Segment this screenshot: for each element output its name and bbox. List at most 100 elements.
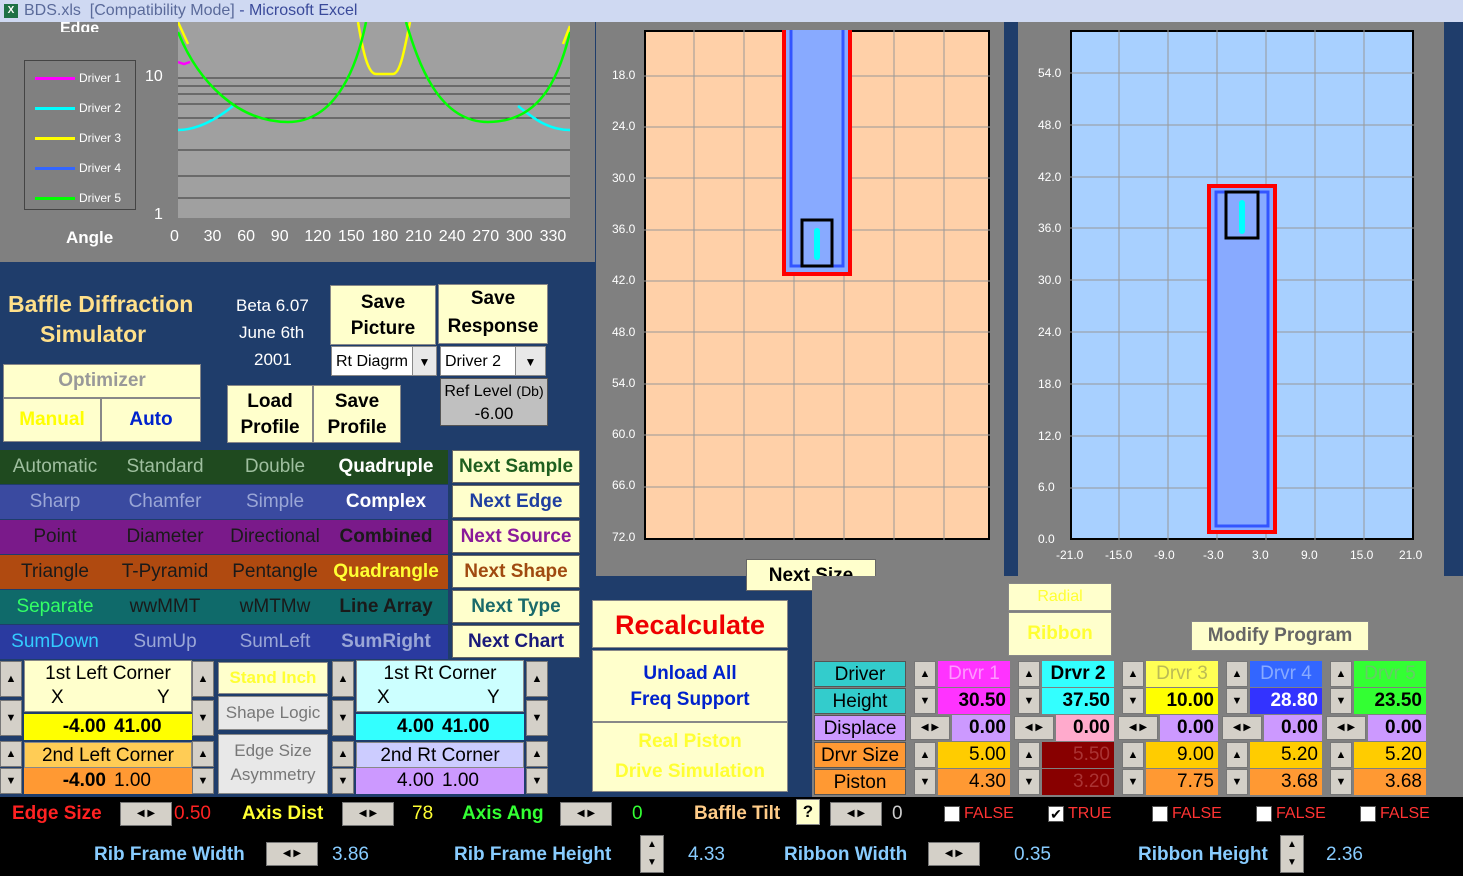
rt1-up-arrow-icon[interactable]: ▲ (332, 661, 354, 697)
driver-name[interactable]: Drvr 1 (938, 661, 1010, 687)
save-profile-button[interactable]: Save Profile (313, 385, 401, 443)
rt1-y-value[interactable]: 41.00 (438, 714, 524, 740)
left2y-down-arrow-icon[interactable]: ▼ (192, 768, 214, 794)
displace-scroller[interactable]: ◀ ▶ (1014, 716, 1054, 740)
left2y-up-arrow-icon[interactable]: ▲ (192, 741, 214, 767)
rt2-y-value[interactable]: 1.00 (438, 768, 524, 794)
left2-down-arrow-icon[interactable]: ▼ (0, 768, 22, 794)
left2-up-arrow-icon[interactable]: ▲ (0, 741, 22, 767)
driver-height[interactable]: 23.50 (1354, 688, 1426, 714)
option-item[interactable]: Point (0, 520, 110, 554)
manual-button[interactable]: Manual (3, 398, 101, 442)
driver-up-arrow-icon[interactable]: ▲ (1226, 661, 1248, 687)
left1-up-arrow-icon[interactable]: ▲ (0, 661, 22, 697)
next-0-button[interactable]: Next Sample (452, 450, 580, 483)
driver-height[interactable]: 37.50 (1042, 688, 1114, 714)
modify-program-button[interactable]: Modify Program (1191, 621, 1369, 651)
ribbon-width-scroller[interactable]: ◀ ▶ (928, 842, 980, 866)
flag-checkbox[interactable] (944, 806, 960, 822)
option-item[interactable]: Directional (220, 520, 330, 554)
left2-y-value[interactable]: 1.00 (110, 768, 192, 794)
baffle-tilt-scroller[interactable]: ◀ ▶ (830, 802, 882, 826)
driver-name[interactable]: Drvr 2 (1042, 661, 1114, 687)
option-item[interactable]: SumLeft (220, 625, 330, 659)
rt2-x-value[interactable]: 4.00 (356, 768, 438, 794)
size-up-arrow-icon[interactable]: ▲ (1330, 742, 1352, 768)
driver-height[interactable]: 28.80 (1250, 688, 1322, 714)
option-item[interactable]: Chamfer (110, 485, 220, 519)
driver-size[interactable]: 5.20 (1354, 742, 1426, 768)
unload-freq-support-button[interactable]: Unload All Freq Support (592, 650, 788, 722)
piston-down-arrow-icon[interactable]: ▼ (914, 769, 936, 795)
option-item[interactable]: Sharp (0, 485, 110, 519)
displace-scroller[interactable]: ◀ ▶ (1222, 716, 1262, 740)
option-item[interactable]: T-Pyramid (110, 555, 220, 589)
flag-checkbox[interactable]: ✔ (1048, 806, 1064, 822)
flag-checkbox[interactable] (1152, 806, 1168, 822)
driver-piston[interactable]: 4.30 (938, 769, 1010, 795)
driver-up-arrow-icon[interactable]: ▲ (1018, 661, 1040, 687)
left1y-down-arrow-icon[interactable]: ▼ (192, 700, 214, 736)
driver-up-arrow-icon[interactable]: ▲ (1122, 661, 1144, 687)
driver-displace[interactable]: 0.00 (1368, 715, 1426, 741)
driver-size[interactable]: 5.00 (938, 742, 1010, 768)
ribbon-height-spinner[interactable]: ▲ ▼ (1280, 835, 1304, 873)
driver-down-arrow-icon[interactable]: ▼ (1330, 688, 1352, 714)
driver-name[interactable]: Drvr 3 (1146, 661, 1218, 687)
size-up-arrow-icon[interactable]: ▲ (1122, 742, 1144, 768)
driver-displace[interactable]: 0.00 (1160, 715, 1218, 741)
size-up-arrow-icon[interactable]: ▲ (1018, 742, 1040, 768)
driver-down-arrow-icon[interactable]: ▼ (914, 688, 936, 714)
driver-name[interactable]: Drvr 5 (1354, 661, 1426, 687)
driver-piston[interactable]: 3.68 (1250, 769, 1322, 795)
option-item[interactable]: Triangle (0, 555, 110, 589)
diagram-select[interactable]: Rt Diagrm ▼ (331, 346, 437, 376)
driver-displace[interactable]: 0.00 (1264, 715, 1322, 741)
size-up-arrow-icon[interactable]: ▲ (914, 742, 936, 768)
load-profile-button[interactable]: Load Profile (227, 385, 313, 443)
axis-dist-scroller[interactable]: ◀ ▶ (342, 802, 394, 826)
option-item[interactable]: Line Array (330, 590, 442, 624)
option-item[interactable]: Quadruple (330, 450, 442, 484)
ref-level-value[interactable]: -6.00 (441, 404, 547, 424)
option-item[interactable]: Diameter (110, 520, 220, 554)
option-item[interactable]: Separate (0, 590, 110, 624)
driver-up-arrow-icon[interactable]: ▲ (914, 661, 936, 687)
next-4-button[interactable]: Next Type (452, 590, 580, 623)
piston-down-arrow-icon[interactable]: ▼ (1226, 769, 1248, 795)
option-item[interactable]: Quadrangle (330, 555, 442, 589)
left2-x-value[interactable]: -4.00 (24, 768, 110, 794)
option-item[interactable]: Pentangle (220, 555, 330, 589)
auto-button[interactable]: Auto (101, 398, 201, 442)
ribbon-button[interactable]: Ribbon (1008, 612, 1112, 656)
option-item[interactable]: Automatic (0, 450, 110, 484)
rib-frame-height-spinner[interactable]: ▲ ▼ (640, 835, 664, 873)
left1-y-value[interactable]: 41.00 (110, 714, 192, 740)
driver-piston[interactable]: 7.75 (1146, 769, 1218, 795)
driver-displace[interactable]: 0.00 (1056, 715, 1114, 741)
next-3-button[interactable]: Next Shape (452, 555, 580, 588)
next-2-button[interactable]: Next Source (452, 520, 580, 553)
driver-down-arrow-icon[interactable]: ▼ (1122, 688, 1144, 714)
rt2y-up-arrow-icon[interactable]: ▲ (526, 741, 548, 767)
left1-x-value[interactable]: -4.00 (24, 714, 110, 740)
flag-checkbox[interactable] (1256, 806, 1272, 822)
driver-size[interactable]: 5.50 (1042, 742, 1114, 768)
option-item[interactable]: SumDown (0, 625, 110, 659)
option-item[interactable]: Standard (110, 450, 220, 484)
next-1-button[interactable]: Next Edge (452, 485, 580, 518)
option-item[interactable]: SumRight (330, 625, 442, 659)
left1y-up-arrow-icon[interactable]: ▲ (192, 661, 214, 697)
next-5-button[interactable]: Next Chart (452, 625, 580, 658)
piston-down-arrow-icon[interactable]: ▼ (1018, 769, 1040, 795)
driver-height[interactable]: 10.00 (1146, 688, 1218, 714)
displace-scroller[interactable]: ◀ ▶ (1326, 716, 1366, 740)
driver-down-arrow-icon[interactable]: ▼ (1018, 688, 1040, 714)
driver-height[interactable]: 30.50 (938, 688, 1010, 714)
driver-select[interactable]: Driver 2 ▼ (440, 346, 546, 376)
rt1-x-value[interactable]: 4.00 (356, 714, 438, 740)
driver-up-arrow-icon[interactable]: ▲ (1330, 661, 1352, 687)
option-item[interactable]: wwMMT (110, 590, 220, 624)
option-item[interactable]: Double (220, 450, 330, 484)
recalculate-button[interactable]: Recalculate (592, 600, 788, 648)
